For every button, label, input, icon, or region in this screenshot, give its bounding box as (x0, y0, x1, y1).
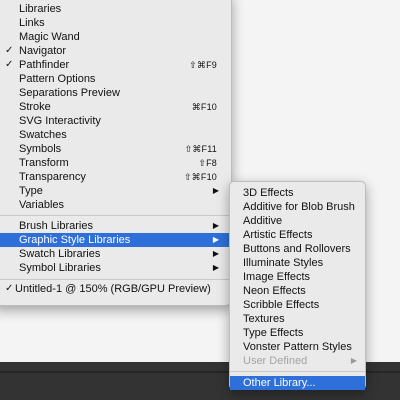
submenu-arrow-icon: ▶ (212, 186, 219, 195)
menu-item-swatch-libraries[interactable]: Swatch Libraries ▶ (0, 247, 231, 261)
menu-separator (0, 279, 231, 280)
menu-item-symbols[interactable]: Symbols ⇧⌘F11 (0, 142, 231, 156)
submenu-item-textures[interactable]: Textures (230, 312, 365, 326)
submenu-item-label: Scribble Effects (243, 299, 320, 311)
submenu-item-artistic-effects[interactable]: Artistic Effects (230, 228, 365, 242)
menu-item-label: Swatch Libraries (19, 248, 101, 260)
submenu-item-additive-for-blob-brush[interactable]: Additive for Blob Brush (230, 200, 365, 214)
menu-item-variables[interactable]: Variables (0, 198, 231, 212)
menu-item-separations-preview[interactable]: Separations Preview (0, 86, 231, 100)
checkmark-icon: ✓ (5, 283, 14, 294)
menu-item-transform[interactable]: Transform ⇧F8 (0, 156, 231, 170)
menu-item-label: Pattern Options (19, 73, 96, 85)
submenu-item-label: Artistic Effects (243, 229, 313, 241)
submenu-item-vonster-pattern-styles[interactable]: Vonster Pattern Styles (230, 340, 365, 354)
submenu-item-label: Illuminate Styles (243, 257, 324, 269)
submenu-item-neon-effects[interactable]: Neon Effects (230, 284, 365, 298)
menu-item-label: Magic Wand (19, 31, 80, 43)
submenu-item-label: Additive for Blob Brush (243, 201, 355, 213)
menu-item-label: Symbols (19, 143, 62, 155)
menu-item-pathfinder[interactable]: ✓ Pathfinder ⇧⌘F9 (0, 58, 231, 72)
menu-item-links[interactable]: Links (0, 16, 231, 30)
submenu-item-label: Buttons and Rollovers (243, 243, 351, 255)
menu-separator (230, 371, 365, 372)
menu-item-label: Links (19, 17, 45, 29)
menu-item-label: Stroke (19, 101, 51, 113)
keyboard-shortcut: ⇧F8 (198, 158, 217, 168)
menu-item-label: Swatches (19, 129, 67, 141)
submenu-item-label: 3D Effects (243, 187, 294, 199)
menu-item-label: Untitled-1 @ 150% (RGB/GPU Preview) (15, 283, 211, 295)
menu-item-label: Pathfinder (19, 59, 70, 71)
checkmark-icon: ✓ (5, 45, 14, 56)
submenu-item-label: User Defined (243, 355, 308, 367)
menu-item-libraries[interactable]: Libraries (0, 2, 231, 16)
menu-item-navigator[interactable]: ✓ Navigator (0, 44, 231, 58)
keyboard-shortcut: ⇧⌘F9 (189, 60, 217, 70)
menu-item-symbol-libraries[interactable]: Symbol Libraries ▶ (0, 261, 231, 275)
submenu-item-illuminate-styles[interactable]: Illuminate Styles (230, 256, 365, 270)
submenu-item-label: Neon Effects (243, 285, 306, 297)
menu-item-magic-wand[interactable]: Magic Wand (0, 30, 231, 44)
menu-item-label: Transparency (19, 171, 86, 183)
menu-separator (0, 215, 231, 216)
menu-item-transparency[interactable]: Transparency ⇧⌘F10 (0, 170, 231, 184)
menu-item-label: Variables (19, 199, 65, 211)
submenu-item-image-effects[interactable]: Image Effects (230, 270, 365, 284)
menu-item-label: Brush Libraries (19, 220, 93, 232)
menu-item-label: Transform (19, 157, 69, 169)
graphic-style-libraries-submenu: 3D Effects Additive for Blob Brush Additiv… (229, 181, 366, 390)
menu-item-swatches[interactable]: Swatches (0, 128, 231, 142)
menu-item-graphic-style-libraries[interactable]: Graphic Style Libraries ▶ (0, 233, 231, 247)
menu-item-label: Navigator (19, 45, 67, 57)
submenu-arrow-icon: ▶ (212, 235, 219, 244)
menu-item-label: Symbol Libraries (19, 262, 101, 274)
submenu-item-other-library[interactable]: Other Library... (230, 376, 365, 390)
checkmark-icon: ✓ (5, 59, 14, 70)
menu-item-label: SVG Interactivity (19, 115, 101, 127)
submenu-item-label: Textures (243, 313, 285, 325)
menu-item-svg-interactivity[interactable]: SVG Interactivity (0, 114, 231, 128)
menu-item-label: Type (19, 185, 43, 197)
submenu-item-type-effects[interactable]: Type Effects (230, 326, 365, 340)
menu-item-stroke[interactable]: Stroke ⌘F10 (0, 100, 231, 114)
submenu-item-label: Additive (243, 215, 283, 227)
submenu-item-label: Other Library... (243, 377, 316, 389)
window-menu: Libraries Links Magic Wand ✓ Navigator ✓ Pathf… (0, 0, 232, 306)
keyboard-shortcut: ⌘F10 (191, 102, 217, 112)
submenu-arrow-icon: ▶ (212, 263, 219, 272)
submenu-item-label: Image Effects (243, 271, 311, 283)
submenu-arrow-icon: ▶ (350, 356, 357, 365)
submenu-item-additive[interactable]: Additive (230, 214, 365, 228)
menu-item-label: Separations Preview (19, 87, 120, 99)
menu-item-label: Graphic Style Libraries (19, 234, 131, 246)
submenu-item-scribble-effects[interactable]: Scribble Effects (230, 298, 365, 312)
keyboard-shortcut: ⇧⌘F10 (183, 172, 217, 182)
submenu-item-3d-effects[interactable]: 3D Effects (230, 186, 365, 200)
menu-item-label: Libraries (19, 3, 62, 15)
menu-item-type[interactable]: Type ▶ (0, 184, 231, 198)
keyboard-shortcut: ⇧⌘F11 (184, 144, 217, 154)
submenu-arrow-icon: ▶ (212, 249, 219, 258)
menu-item-brush-libraries[interactable]: Brush Libraries ▶ (0, 219, 231, 233)
menu-item-document-untitled-1[interactable]: ✓ Untitled-1 @ 150% (RGB/GPU Preview) (0, 282, 231, 296)
submenu-item-label: Vonster Pattern Styles (243, 341, 352, 353)
submenu-item-label: Type Effects (243, 327, 304, 339)
menu-item-pattern-options[interactable]: Pattern Options (0, 72, 231, 86)
submenu-arrow-icon: ▶ (212, 221, 219, 230)
submenu-item-user-defined: User Defined ▶ (230, 354, 365, 368)
submenu-item-buttons-and-rollovers[interactable]: Buttons and Rollovers (230, 242, 365, 256)
